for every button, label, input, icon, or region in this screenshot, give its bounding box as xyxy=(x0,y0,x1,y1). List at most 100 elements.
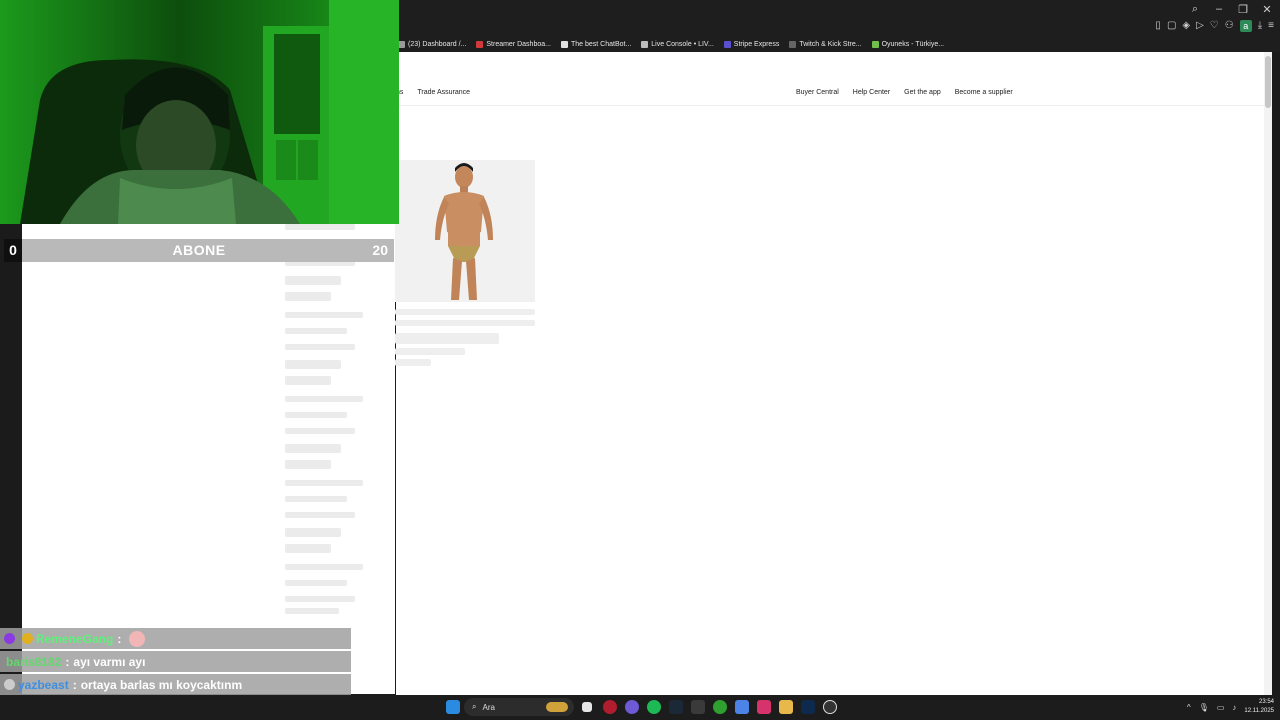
xbox-icon[interactable] xyxy=(713,700,727,714)
share-icon[interactable]: ▢ xyxy=(1167,20,1176,32)
steam-icon[interactable] xyxy=(669,700,683,714)
bookmark-item[interactable]: Streamer Dashboa... xyxy=(476,40,551,48)
skeleton-line xyxy=(285,608,339,614)
start-icon[interactable] xyxy=(446,700,460,714)
webcam-feed xyxy=(0,0,399,224)
skeleton-line xyxy=(395,309,535,315)
search-icon: ⌕ xyxy=(472,702,477,711)
volume-icon[interactable]: ♪ xyxy=(1232,703,1236,712)
bookmark-item[interactable]: Oyuneks - Türkiye... xyxy=(871,40,944,48)
instagram-icon[interactable] xyxy=(757,700,771,714)
screen: ⌕ – ❐ ✕ ▯ ▢ ◈ ▷ ♡ ⚇ a ⤓ ≡ (23) Dashboard… xyxy=(0,0,1280,720)
chat-username[interactable]: baris8182 xyxy=(6,655,61,669)
subscriber-goal-bar: 0 ABONE 20 xyxy=(4,239,394,262)
nav-link-become-supplier[interactable]: Become a supplier xyxy=(955,89,1013,96)
photoshop-icon[interactable] xyxy=(801,700,815,714)
chatbot-icon xyxy=(560,40,568,48)
skeleton-line xyxy=(285,276,341,285)
skeleton-line xyxy=(285,580,347,586)
bookmark-item[interactable]: (23) Dashboard /... xyxy=(398,40,467,48)
menu-icon[interactable]: ≡ xyxy=(1268,20,1274,32)
discord-icon[interactable] xyxy=(625,700,639,714)
product-card[interactable] xyxy=(395,160,535,302)
bookmark-label: (23) Dashboard /... xyxy=(408,40,467,48)
skeleton-line xyxy=(285,376,331,385)
skeleton-line xyxy=(285,412,347,418)
skeleton-line xyxy=(285,224,355,230)
folder-icon[interactable] xyxy=(779,700,793,714)
extension-a-icon[interactable]: a xyxy=(1239,20,1252,32)
search-icon[interactable]: ⌕ xyxy=(1188,3,1202,16)
copilot-icon[interactable] xyxy=(735,700,749,714)
window-controls: ⌕ – ❐ ✕ xyxy=(1188,3,1274,16)
skeleton-line xyxy=(285,544,331,553)
goal-target: 20 xyxy=(372,242,388,258)
clock-date: 12.11.2025 xyxy=(1244,708,1274,714)
taskbar-search[interactable]: ⌕ Ara xyxy=(464,698,574,716)
spotify-icon[interactable] xyxy=(647,700,661,714)
skeleton-line xyxy=(395,359,431,366)
bookmark-item[interactable]: Live Console • LIV... xyxy=(641,40,714,48)
nav-link-help-center[interactable]: Help Center xyxy=(853,89,890,96)
obs-icon[interactable] xyxy=(823,700,837,714)
chat-badge-icon xyxy=(22,633,33,644)
opera-icon[interactable] xyxy=(603,700,617,714)
bookmark-item[interactable]: Twitch & Kick Stre... xyxy=(789,40,862,48)
nav-link-buyer-central[interactable]: Buyer Central xyxy=(796,89,839,96)
page-scrollbar[interactable] xyxy=(1264,52,1272,695)
scroll-thumb[interactable] xyxy=(1265,56,1271,108)
skeleton-line xyxy=(285,292,331,301)
skeleton-line xyxy=(285,596,355,602)
windows-taskbar: ⌕ Ara ^ 🎙 ▭ ♪ 23:54 12.11.2025 xyxy=(0,695,1280,720)
skeleton-line xyxy=(285,528,341,537)
oyuneks-icon xyxy=(871,40,879,48)
x-icon xyxy=(398,40,405,48)
download-icon[interactable]: ⤓ xyxy=(1258,20,1262,32)
heart-icon[interactable]: ♡ xyxy=(1210,20,1219,32)
bookmark-icon[interactable]: ▯ xyxy=(1155,20,1161,32)
nav-right: Buyer Central Help Center Get the app Be… xyxy=(796,89,1013,96)
goal-label: ABONE xyxy=(172,242,226,258)
maximize-button[interactable]: ❐ xyxy=(1236,3,1250,16)
twitch-icon xyxy=(476,40,484,48)
skeleton-line xyxy=(285,564,363,570)
skeleton-line xyxy=(395,348,465,355)
app-icon[interactable] xyxy=(691,700,705,714)
task-view-icon[interactable] xyxy=(582,702,592,712)
emote-icon xyxy=(129,630,146,647)
skeleton-line xyxy=(285,312,363,318)
clock[interactable]: 23:54 12.11.2025 xyxy=(1244,698,1274,716)
play-icon[interactable]: ▷ xyxy=(1196,20,1204,32)
bookmark-label: Streamer Dashboa... xyxy=(486,40,551,48)
chat-separator: : xyxy=(72,677,77,692)
bookmark-item[interactable]: The best ChatBot... xyxy=(560,40,631,48)
t-icon xyxy=(789,40,797,48)
chat-username[interactable]: RemeneGang xyxy=(36,632,113,646)
minimize-button[interactable]: – xyxy=(1212,3,1226,16)
page-nav: ns Trade Assurance Buyer Central Help Ce… xyxy=(396,52,1272,106)
chevron-up-icon[interactable]: ^ xyxy=(1187,703,1191,712)
skeleton-line xyxy=(395,333,499,344)
clock-time: 23:54 xyxy=(1258,699,1274,705)
monitor-icon[interactable]: ▭ xyxy=(1217,703,1225,712)
extension-icon[interactable]: ⚇ xyxy=(1225,20,1234,32)
chat-badge-icon xyxy=(4,679,15,690)
chat-text: ortaya barlas mı koycaktınm xyxy=(80,677,243,692)
nav-link-trade-assurance[interactable]: Trade Assurance xyxy=(417,89,470,96)
chat-username[interactable]: yazbeast xyxy=(18,678,69,692)
chat-message: baris8182: ayı varmı ayı xyxy=(0,651,351,672)
bookmark-item[interactable]: Stripe Express xyxy=(723,40,780,48)
bookmark-label: Stripe Express xyxy=(733,40,780,48)
webcam-image xyxy=(0,0,399,224)
skeleton-line xyxy=(285,428,355,434)
chat-message: RemeneGang: xyxy=(0,628,351,649)
search-highlight-icon xyxy=(546,702,568,712)
mic-icon[interactable]: 🎙 xyxy=(1199,703,1209,712)
close-button[interactable]: ✕ xyxy=(1260,3,1274,16)
nav-link-get-app[interactable]: Get the app xyxy=(904,89,941,96)
chat-text: ayı varmı ayı xyxy=(73,654,146,669)
web-page: ns Trade Assurance Buyer Central Help Ce… xyxy=(395,52,1272,695)
skeleton-line xyxy=(285,480,363,486)
shield-icon[interactable]: ◈ xyxy=(1182,20,1190,32)
search-placeholder: Ara xyxy=(482,702,495,712)
